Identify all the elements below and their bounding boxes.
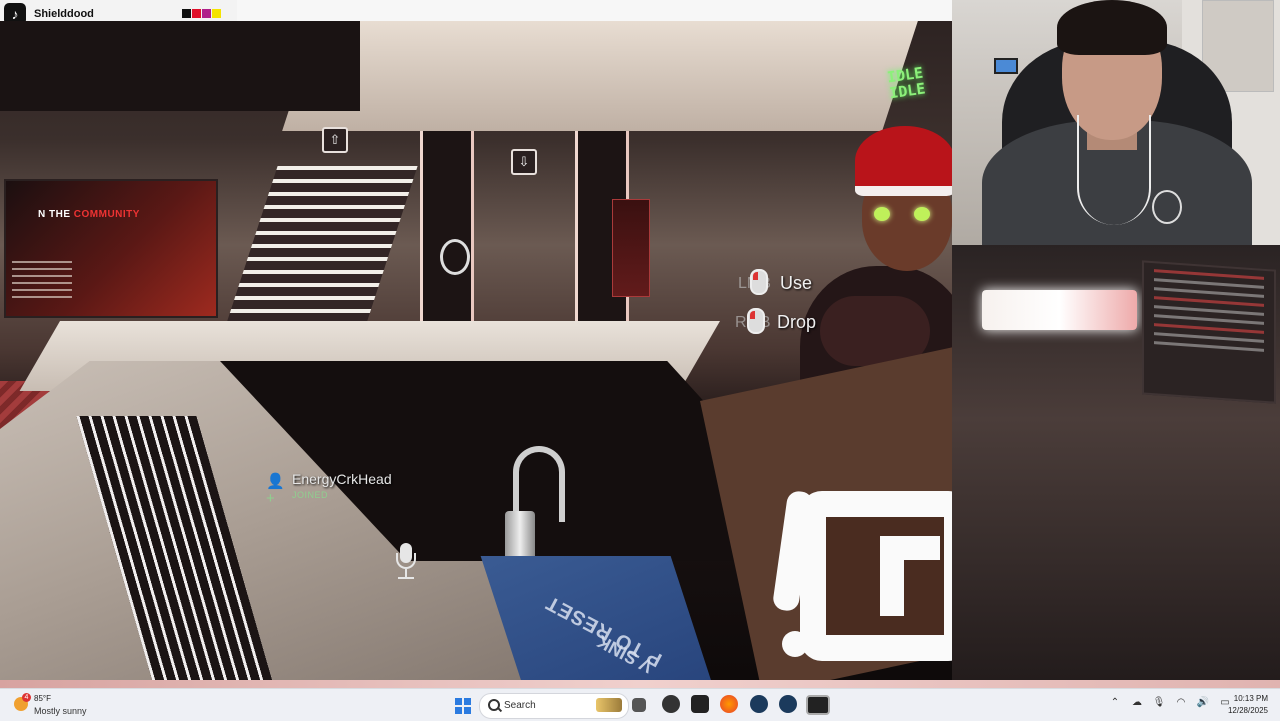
drop-label: Drop [777,312,817,332]
cloud-icon[interactable]: ☁ [1130,697,1144,708]
chevron-up-icon[interactable]: ⌃ [1108,697,1122,708]
drop-prompt: RMB Drop [735,308,817,334]
microphone-icon[interactable]: 🎙 [1152,697,1166,708]
system-tray: ⌃ ☁ 🎙 ◠ 🔊 ▭ [1108,697,1232,708]
start-tile [455,698,462,705]
swatch-black [182,9,191,18]
search-highlight-icon [596,698,622,712]
media-app-icon[interactable] [662,695,680,713]
poster-title-prefix: N THE [38,209,71,220]
swatch-yellow [212,9,221,18]
ceiling-shadow [0,21,360,111]
notification-badge: 4 [22,693,31,702]
santa-hat [855,126,952,196]
start-tile [464,698,471,705]
start-button[interactable] [455,698,471,714]
exclamation-dot [782,631,808,657]
screen-line [1154,278,1264,289]
game-viewport-right[interactable] [952,245,1280,680]
neon-idle-sign: IDLE IDLE [885,63,927,103]
down-arrow-sign-icon: ⇩ [511,149,537,175]
clock-date: 12/28/2025 [1227,706,1268,715]
box-exclamation [770,489,815,680]
doorway-left [420,131,474,321]
exclamation-stem [771,489,815,613]
volume-icon[interactable]: 🔊 [1196,697,1210,708]
screen-line [1154,332,1264,343]
user-add-icon: 👤+ [266,473,285,507]
clock-time: 10:13 PM [1233,694,1268,703]
screen-line [1154,269,1264,280]
taskbar-search[interactable]: Search [479,693,629,719]
use-prompt: LMB Use [738,269,813,295]
window-title: Shielddood [34,7,94,20]
search-icon [488,699,500,711]
poster-text-lines [12,261,72,301]
avatar-eye-left [874,207,890,221]
webcam-monitor [994,58,1018,74]
screen-line [1154,341,1264,352]
joined-player-name: EnergyCrkHead [292,471,392,487]
mic-arc [396,553,416,569]
vrchat-icon[interactable] [806,695,830,715]
poster-title: N THE COMMUNITY [38,209,140,220]
mic-foot [398,577,414,579]
steam-icon-2[interactable] [779,695,797,713]
right-mouse-icon [747,308,765,334]
start-tile [464,707,471,714]
light-bar [982,290,1137,330]
search-placeholder: Search [504,700,536,711]
ceiling [282,21,918,131]
left-mouse-icon [750,269,768,295]
screen-line [1154,323,1264,334]
screen-line [1154,296,1264,307]
community-poster: N THE COMMUNITY [4,179,218,318]
weather-condition: Mostly sunny [34,706,87,716]
start-tile [455,707,462,714]
use-label: Use [780,273,813,293]
box-logo-inner [880,536,940,616]
file-explorer-icon[interactable] [632,698,646,712]
hoodie-logo [1152,190,1182,224]
recipe-screen [1142,260,1276,404]
webcam-overlay [952,0,1280,245]
weather-temperature: 85°F [34,694,51,703]
mic-stand [405,569,407,577]
poster-title-highlight: COMMUNITY [73,209,140,220]
red-neon-poster [612,199,650,297]
ring-decoration [440,239,470,275]
swatch-magenta [202,9,211,18]
staircase [222,166,418,336]
up-arrow-sign-icon: ⇧ [322,127,348,153]
firefox-icon[interactable] [720,695,738,713]
earphone-cord [1077,115,1151,225]
streamer-hair [1057,0,1167,55]
taskbar: 4 85°F Mostly sunny Search ⌃ ☁ 🎙 ◠ 🔊 ▭ 1… [0,688,1280,721]
epic-games-icon[interactable] [691,695,709,713]
game-viewport[interactable]: IDLE IDLE N THE COMMUNITY ⇧ ⇩ P TO RESET… [0,21,952,680]
joined-status: JOINED [292,490,329,500]
avatar-eye-right [914,207,930,221]
screen-line [1154,287,1264,298]
microphone-icon [393,543,419,581]
screen-line [1154,305,1264,316]
screen-line [1154,314,1264,325]
wifi-icon[interactable]: ◠ [1174,697,1188,708]
steam-icon[interactable] [750,695,768,713]
color-swatches [182,9,222,18]
desktop-strip [0,680,1280,688]
taskbar-clock[interactable]: 10:13 PM 12/28/2025 [1222,693,1268,717]
swatch-red [192,9,201,18]
